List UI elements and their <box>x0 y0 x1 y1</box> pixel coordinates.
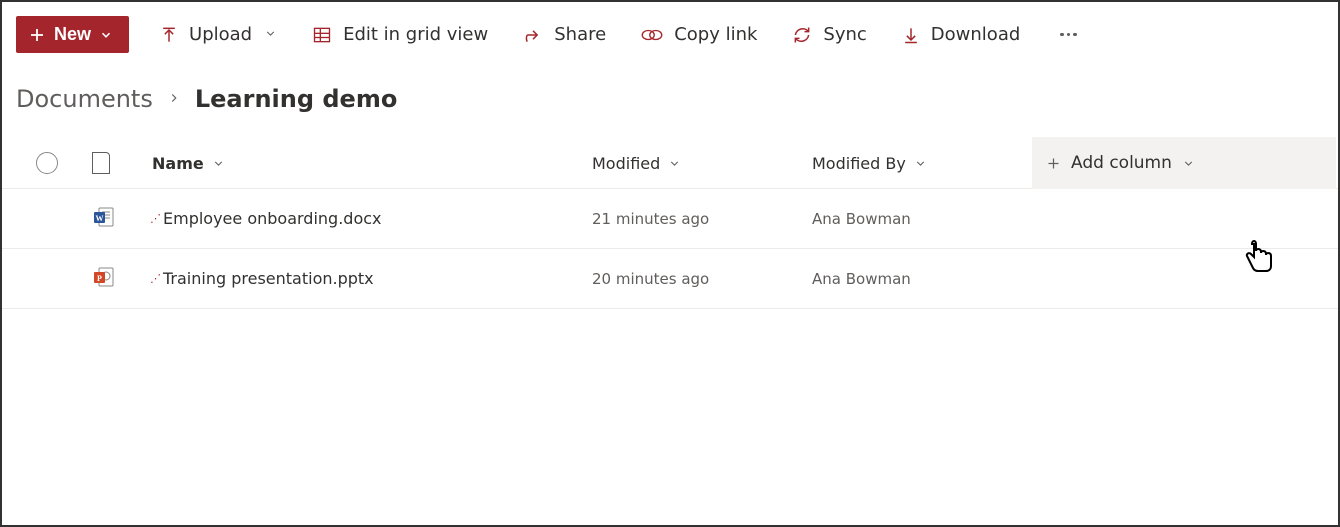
file-type-column-icon[interactable] <box>92 152 110 174</box>
upload-icon <box>159 25 179 45</box>
powerpoint-file-icon: P <box>92 265 116 293</box>
chevron-down-icon <box>668 157 681 170</box>
file-name-cell[interactable]: ⋰ Training presentation.pptx <box>152 269 592 288</box>
file-name-label: Employee onboarding.docx <box>163 209 382 228</box>
chevron-down-icon <box>264 24 277 45</box>
column-modified-label: Modified <box>592 154 660 173</box>
new-indicator-icon: ⋰ <box>150 212 159 225</box>
column-modified-by[interactable]: Modified By <box>812 154 1032 173</box>
copy-link-label: Copy link <box>674 24 757 45</box>
select-all-checkbox[interactable] <box>36 152 58 174</box>
link-icon <box>640 25 664 45</box>
share-button[interactable]: Share <box>518 18 610 51</box>
grid-icon <box>311 25 333 45</box>
chevron-down-icon <box>99 28 113 42</box>
modified-cell: 20 minutes ago <box>592 270 812 288</box>
share-icon <box>522 25 544 45</box>
modified-by-cell: Ana Bowman <box>812 210 1032 228</box>
column-name[interactable]: Name <box>152 154 592 173</box>
download-label: Download <box>931 24 1020 45</box>
download-icon <box>901 25 921 45</box>
file-list: Name Modified Modified By Add column W ⋰ E… <box>2 137 1338 309</box>
download-button[interactable]: Download <box>897 18 1024 51</box>
file-name-cell[interactable]: ⋰ Employee onboarding.docx <box>152 209 592 228</box>
new-button[interactable]: New <box>16 16 129 53</box>
svg-text:P: P <box>97 274 102 283</box>
plus-icon <box>1046 156 1061 171</box>
chevron-down-icon <box>1182 157 1195 170</box>
sync-label: Sync <box>823 24 866 45</box>
column-modified[interactable]: Modified <box>592 154 812 173</box>
sync-button[interactable]: Sync <box>787 18 870 51</box>
breadcrumb: Documents Learning demo <box>2 71 1338 137</box>
chevron-down-icon <box>212 157 225 170</box>
edit-grid-label: Edit in grid view <box>343 24 488 45</box>
word-file-icon: W <box>92 205 116 233</box>
add-column-button[interactable]: Add column <box>1032 137 1336 189</box>
chevron-right-icon <box>167 89 181 110</box>
upload-button[interactable]: Upload <box>155 18 281 51</box>
plus-icon <box>28 26 46 44</box>
table-row[interactable]: P ⋰ Training presentation.pptx 20 minutes a… <box>2 249 1338 309</box>
breadcrumb-current: Learning demo <box>195 85 398 113</box>
column-name-label: Name <box>152 154 204 173</box>
share-label: Share <box>554 24 606 45</box>
file-name-label: Training presentation.pptx <box>163 269 374 288</box>
table-row[interactable]: W ⋰ Employee onboarding.docx 21 minutes ago… <box>2 189 1338 249</box>
breadcrumb-root[interactable]: Documents <box>16 85 153 113</box>
svg-text:W: W <box>96 214 104 223</box>
file-list-header: Name Modified Modified By Add column <box>2 137 1338 189</box>
sync-icon <box>791 25 813 45</box>
column-modified-by-label: Modified By <box>812 154 906 173</box>
add-column-label: Add column <box>1071 153 1172 173</box>
edit-grid-button[interactable]: Edit in grid view <box>307 18 492 51</box>
modified-by-cell: Ana Bowman <box>812 270 1032 288</box>
command-bar: New Upload Edit in grid view Share <box>2 2 1338 71</box>
new-button-label: New <box>54 24 91 45</box>
copy-link-button[interactable]: Copy link <box>636 18 761 51</box>
more-actions-button[interactable] <box>1050 27 1087 43</box>
chevron-down-icon <box>914 157 927 170</box>
upload-label: Upload <box>189 24 252 45</box>
new-indicator-icon: ⋰ <box>150 272 159 285</box>
modified-cell: 21 minutes ago <box>592 210 812 228</box>
